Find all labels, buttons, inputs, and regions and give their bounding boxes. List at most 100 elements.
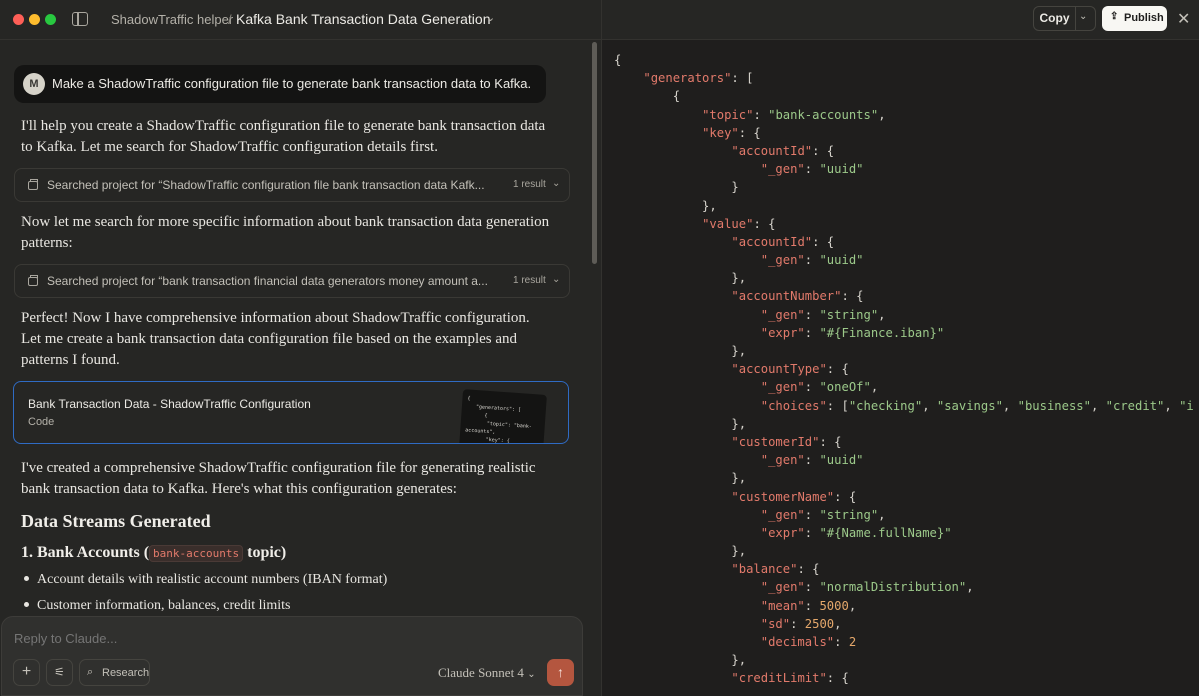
code-line: "accountNumber": { (614, 287, 1194, 305)
code-line: "choices": ["checking", "savings", "busi… (614, 397, 1194, 415)
code-line: { (614, 51, 1194, 69)
code-token: "_gen" (760, 253, 805, 268)
conversation[interactable]: M Make a ShadowTraffic configuration fil… (0, 40, 601, 615)
artifact-header: Copy ⌄ ⇪ Publish ✕ (602, 0, 1199, 40)
reply-input[interactable] (14, 631, 554, 646)
code-token: "business" (1017, 398, 1091, 413)
inline-code: bank-accounts (149, 545, 244, 562)
arrow-up-icon: ↑ (557, 664, 564, 680)
chat-title[interactable]: Kafka Bank Transaction Data Generation (236, 11, 490, 27)
code-line: "generators": [ (614, 69, 1194, 87)
sliders-icon: ⚟ (54, 665, 65, 679)
code-token: { (614, 53, 622, 67)
code-line: "_gen": "uuid" (614, 160, 1194, 178)
code-token: "#{Name.fullName}" (819, 525, 952, 540)
list-item: Account details with realistic account n… (21, 572, 387, 588)
search-result-toggle[interactable]: Searched project for “ShadowTraffic conf… (14, 168, 570, 202)
code-token: "normalDistribution" (819, 580, 967, 595)
send-button[interactable]: ↑ (547, 659, 574, 686)
code-token: "choices" (760, 398, 827, 413)
code-token: : { (812, 143, 835, 158)
copy-button[interactable]: Copy (1034, 7, 1076, 30)
code-token: : (790, 616, 805, 631)
code-line: "accountId": { (614, 233, 1194, 251)
code-token: }, (614, 344, 747, 358)
breadcrumb-project[interactable]: ShadowTraffic helper (111, 12, 233, 27)
minimize-window-button[interactable] (29, 14, 40, 25)
maximize-window-button[interactable] (45, 14, 56, 25)
chevron-down-icon[interactable]: ⌄ (486, 11, 495, 24)
research-button[interactable]: ⌕ Research (79, 659, 150, 686)
chevron-down-icon[interactable]: ⌄ (552, 178, 560, 189)
code-token: : (804, 380, 820, 395)
code-token: : { (738, 125, 761, 140)
code-token: : (753, 107, 769, 122)
code-line: "expr": "#{Finance.iban}" (614, 324, 1194, 342)
code-token: "_gen" (760, 307, 805, 322)
publish-button[interactable]: ⇪ Publish (1102, 6, 1167, 31)
close-window-button[interactable] (13, 14, 24, 25)
artifact-thumbnail: { "generators": [ { "topic": "bank- acco… (459, 389, 547, 443)
code-token: 2500 (804, 616, 835, 631)
sidebar-toggle-icon[interactable] (72, 12, 88, 26)
code-line: } (614, 178, 1194, 196)
code-line: "decimals": 2 (614, 633, 1194, 651)
code-token: "accountId" (731, 143, 813, 158)
chat-scrollbar[interactable] (592, 42, 597, 264)
code-line: { (614, 87, 1194, 105)
code-line: "sd": 2500, (614, 615, 1194, 633)
code-token: : [ (731, 71, 754, 86)
code-editor[interactable]: { "generators": [ { "topic": "bank-accou… (614, 51, 1194, 696)
code-token: "expr" (760, 325, 805, 340)
code-token: }, (614, 271, 747, 286)
code-token: : [ (826, 398, 849, 413)
code-line: "value": { (614, 215, 1194, 233)
code-token: { (614, 89, 681, 104)
code-token: , (1164, 398, 1180, 413)
breadcrumb-separator: / (228, 12, 232, 27)
code-token: : (804, 453, 820, 468)
code-token: "oneOf" (819, 380, 871, 395)
code-token: "decimals" (760, 635, 835, 649)
add-attachment-button[interactable]: + (13, 659, 40, 686)
model-name: Claude Sonnet 4 (438, 665, 524, 680)
code-token: : { (753, 216, 776, 231)
code-line: "_gen": "string", (614, 506, 1194, 524)
publish-label: Publish (1124, 12, 1164, 24)
list-item: Customer information, balances, credit l… (21, 598, 291, 614)
code-line: "_gen": "uuid" (614, 451, 1194, 469)
code-token: "_gen" (760, 507, 805, 522)
chevron-down-icon[interactable]: ⌄ (1079, 11, 1087, 22)
copy-button-group: Copy ⌄ (1033, 6, 1096, 31)
code-token: "string" (819, 307, 879, 322)
close-icon[interactable]: ✕ (1177, 9, 1190, 29)
search-result-toggle[interactable]: Searched project for “bank transaction f… (14, 264, 570, 298)
code-token: , (834, 616, 842, 631)
search-project-icon (28, 179, 38, 190)
code-token: "creditLimit" (731, 671, 827, 686)
code-token: "credit" (1105, 398, 1165, 413)
model-selector[interactable]: Claude Sonnet 4 ⌄ (438, 665, 536, 681)
list-item-text: Customer information, balances, credit l… (37, 598, 291, 613)
tools-button[interactable]: ⚟ (46, 659, 73, 686)
artifact-card[interactable]: Bank Transaction Data - ShadowTraffic Co… (13, 381, 569, 444)
code-line: "accountType": { (614, 360, 1194, 378)
chevron-down-icon[interactable]: ⌄ (552, 274, 560, 285)
code-token: : { (826, 362, 849, 377)
user-message: M Make a ShadowTraffic configuration fil… (14, 65, 546, 103)
assistant-paragraph: I've created a comprehensive ShadowTraff… (21, 460, 536, 497)
code-token: "_gen" (760, 380, 805, 395)
code-token: "generators" (643, 71, 732, 86)
